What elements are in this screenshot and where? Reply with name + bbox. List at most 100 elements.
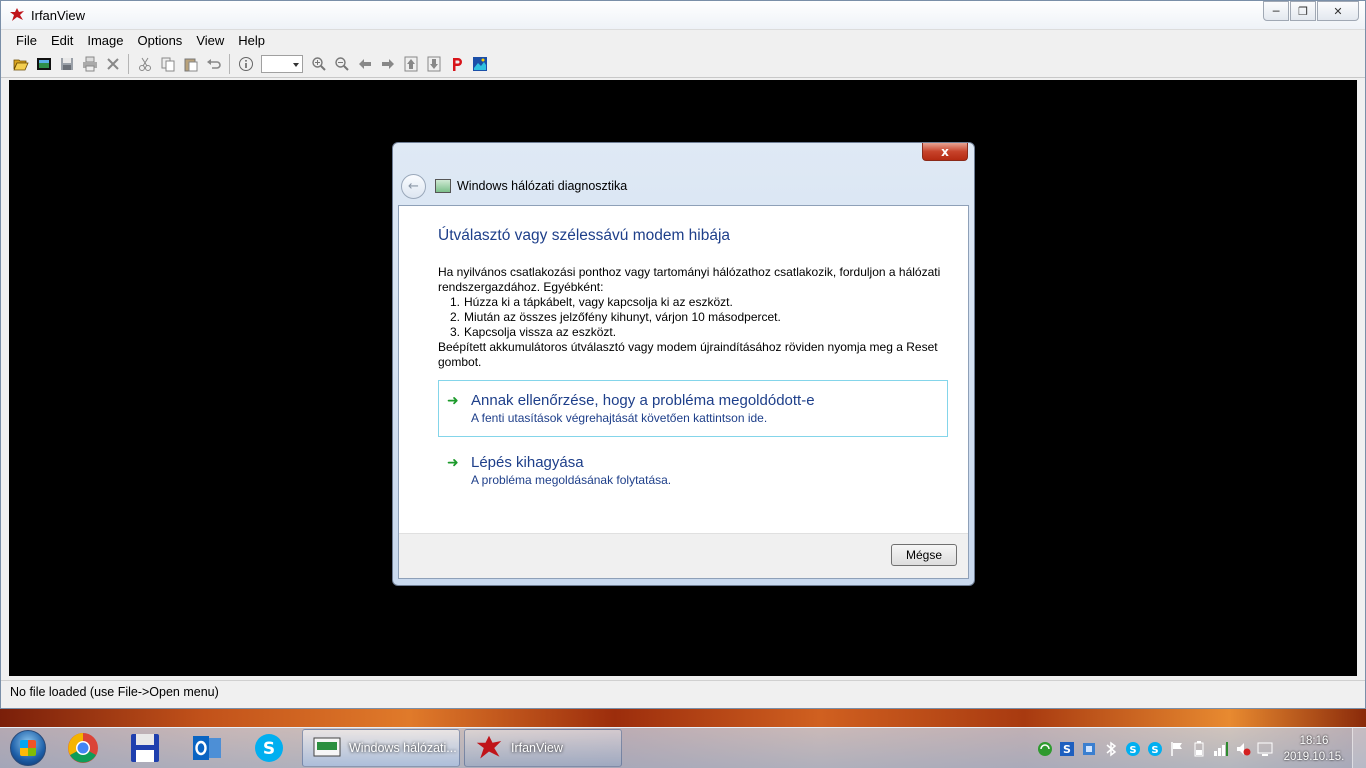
green-arrow-icon: ➜ bbox=[447, 393, 459, 409]
next-button[interactable] bbox=[376, 53, 399, 76]
step-number: 2. bbox=[450, 310, 461, 324]
green-arrow-icon: ➜ bbox=[447, 455, 459, 471]
maximize-button[interactable]: ❐ bbox=[1290, 1, 1316, 21]
minimize-button[interactable]: ─ bbox=[1263, 1, 1289, 21]
step-text: Húzza ki a tápkábelt, vagy kapcsolja ki … bbox=[464, 295, 733, 309]
option-title: Annak ellenőrzése, hogy a probléma megol… bbox=[471, 392, 815, 409]
irfanview-icon bbox=[473, 734, 505, 762]
option-subtitle: A fenti utasítások végrehajtását követőe… bbox=[471, 411, 768, 425]
paste-button[interactable] bbox=[179, 53, 202, 76]
irfanview-icon bbox=[10, 8, 24, 21]
delete-button[interactable] bbox=[101, 53, 124, 76]
list-item: 1. Húzza ki a tápkábelt, vagy kapcsolja k… bbox=[450, 295, 948, 310]
toolbar-separator bbox=[229, 54, 230, 74]
volume-muted-icon[interactable] bbox=[1232, 739, 1254, 759]
windows-logo-icon bbox=[10, 730, 46, 766]
show-desktop-button[interactable] bbox=[1352, 728, 1366, 768]
menu-options[interactable]: Options bbox=[131, 33, 190, 48]
taskbar-item-network-diagnostics[interactable]: Windows hálózati... bbox=[302, 729, 460, 767]
svg-text:S: S bbox=[1151, 745, 1158, 756]
network-app-icon[interactable] bbox=[1078, 739, 1100, 759]
network-diagnostics-icon bbox=[435, 179, 451, 193]
s-app-icon[interactable]: S bbox=[1056, 739, 1078, 759]
first-icon bbox=[404, 56, 417, 72]
clock[interactable]: 18:16 2019.10.15. bbox=[1276, 733, 1352, 765]
steps-list: 1. Húzza ki a tápkábelt, vagy kapcsolja k… bbox=[438, 295, 948, 340]
svg-text:S: S bbox=[1063, 743, 1071, 756]
menu-file[interactable]: File bbox=[9, 33, 44, 48]
save-disk-pinned[interactable] bbox=[116, 728, 174, 768]
intro-text: Ha nyilvános csatlakozási ponthoz vagy t… bbox=[438, 265, 941, 294]
step-number: 3. bbox=[450, 325, 461, 339]
info-button[interactable] bbox=[234, 53, 257, 76]
skip-step-option[interactable]: ➜ Lépés kihagyása A probléma megoldásána… bbox=[438, 442, 948, 499]
copy-button[interactable] bbox=[156, 53, 179, 76]
display-icon[interactable] bbox=[1254, 739, 1276, 759]
print-button[interactable] bbox=[78, 53, 101, 76]
about-button[interactable] bbox=[468, 53, 491, 76]
zoom-combo[interactable] bbox=[261, 55, 303, 73]
battery-icon[interactable] bbox=[1188, 739, 1210, 759]
taskbar-item-label: Windows hálózati... bbox=[349, 741, 457, 755]
undo-button[interactable] bbox=[202, 53, 225, 76]
paint-button[interactable] bbox=[445, 53, 468, 76]
status-bar: No file loaded (use File->Open menu) bbox=[1, 680, 1365, 702]
flag-icon[interactable] bbox=[1166, 739, 1188, 759]
sync-icon[interactable] bbox=[1034, 739, 1056, 759]
outlook-pinned[interactable] bbox=[178, 728, 236, 768]
paste-icon bbox=[184, 58, 197, 72]
first-button[interactable] bbox=[399, 53, 422, 76]
menu-edit[interactable]: Edit bbox=[44, 33, 80, 48]
back-button[interactable]: ← bbox=[401, 173, 426, 199]
open-button[interactable] bbox=[9, 53, 32, 76]
network-diagnostics-icon bbox=[311, 734, 343, 762]
title-bar[interactable]: IrfanView ─ ❐ ✕ bbox=[1, 1, 1365, 29]
dialog-close-button[interactable]: x bbox=[922, 143, 968, 161]
about-icon bbox=[472, 57, 487, 71]
start-button[interactable] bbox=[6, 728, 50, 768]
print-icon bbox=[82, 56, 97, 72]
taskbar: S Windows hálózati... IrfanView S S S 18… bbox=[0, 727, 1366, 768]
taskbar-item-irfanview[interactable]: IrfanView bbox=[464, 729, 622, 767]
dialog-description: Ha nyilvános csatlakozási ponthoz vagy t… bbox=[438, 265, 948, 370]
skype-pinned[interactable]: S bbox=[240, 728, 298, 768]
zoom-in-button[interactable] bbox=[307, 53, 330, 76]
signal-icon[interactable] bbox=[1210, 739, 1232, 759]
skype-tray-icon-2[interactable]: S bbox=[1144, 739, 1166, 759]
option-subtitle: A probléma megoldásának folytatása. bbox=[471, 473, 672, 487]
bluetooth-icon[interactable] bbox=[1100, 739, 1122, 759]
slideshow-button[interactable] bbox=[32, 53, 55, 76]
menu-image[interactable]: Image bbox=[80, 33, 130, 48]
cancel-button[interactable]: Mégse bbox=[891, 544, 957, 566]
cut-button[interactable] bbox=[133, 53, 156, 76]
status-text: No file loaded (use File->Open menu) bbox=[10, 684, 219, 699]
clock-date: 2019.10.15. bbox=[1283, 750, 1345, 763]
zoom-out-icon bbox=[334, 57, 349, 71]
chrome-icon bbox=[68, 733, 98, 763]
dialog-header: ← Windows hálózati diagnosztika bbox=[401, 173, 627, 199]
close-button[interactable]: ✕ bbox=[1317, 1, 1359, 21]
last-button[interactable] bbox=[422, 53, 445, 76]
dialog-footer: Mégse bbox=[399, 533, 968, 578]
copy-icon bbox=[161, 57, 174, 72]
step-text: Miután az összes jelzőfény kihunyt, várj… bbox=[464, 310, 781, 324]
toolbar bbox=[1, 51, 1365, 78]
outlook-icon bbox=[193, 736, 221, 760]
save-button[interactable] bbox=[55, 53, 78, 76]
window-controls: ─ ❐ ✕ bbox=[1262, 1, 1359, 21]
paint-icon bbox=[452, 58, 462, 71]
check-resolved-option[interactable]: ➜ Annak ellenőrzése, hogy a probléma meg… bbox=[438, 380, 948, 437]
svg-text:S: S bbox=[1129, 745, 1136, 756]
menu-help[interactable]: Help bbox=[231, 33, 272, 48]
previous-button[interactable] bbox=[353, 53, 376, 76]
next-icon bbox=[381, 59, 394, 69]
zoom-out-button[interactable] bbox=[330, 53, 353, 76]
skype-tray-icon[interactable]: S bbox=[1122, 739, 1144, 759]
last-icon bbox=[427, 56, 440, 72]
chrome-pinned[interactable] bbox=[54, 728, 112, 768]
menu-view[interactable]: View bbox=[189, 33, 231, 48]
previous-icon bbox=[358, 59, 371, 69]
clock-time: 18:16 bbox=[1299, 734, 1329, 747]
delete-icon bbox=[106, 58, 119, 70]
back-arrow-icon: ← bbox=[408, 178, 419, 194]
